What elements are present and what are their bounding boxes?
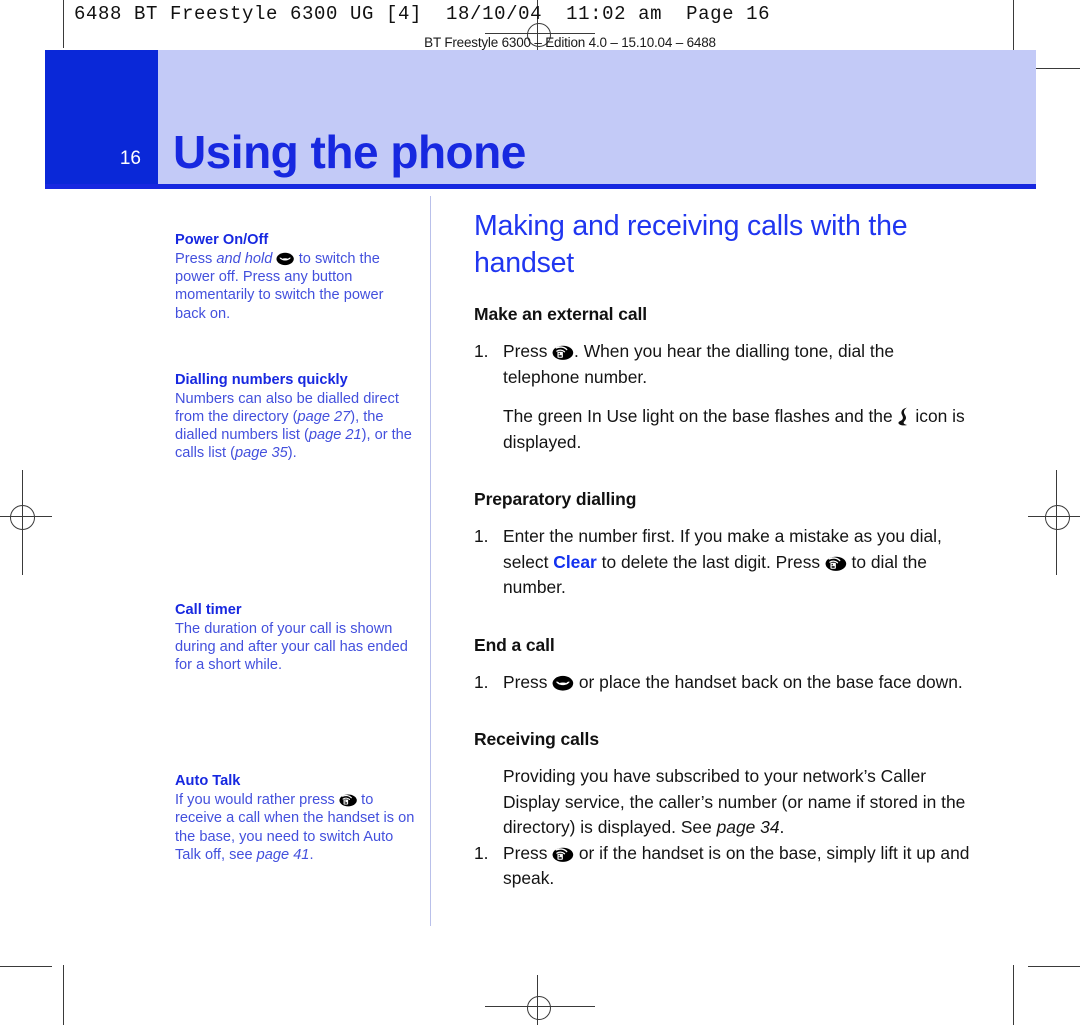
talk-icon bbox=[552, 344, 574, 361]
edition-text: BT Freestyle 6300 – Edition 4.0 – 15.10.… bbox=[424, 35, 716, 50]
end-call-icon bbox=[552, 675, 574, 692]
sidebar-note: Auto Talk If you would rather press to re… bbox=[175, 772, 415, 864]
trim-mark-bottom-left-vertical bbox=[63, 965, 65, 1025]
step-number: 1. bbox=[474, 526, 489, 546]
registration-bottom-circle bbox=[527, 996, 551, 1020]
talk-icon bbox=[825, 555, 847, 572]
italic-reference: page 35 bbox=[235, 445, 288, 462]
end-call-icon bbox=[276, 252, 295, 266]
italic-reference: page 21 bbox=[308, 427, 362, 444]
talk-icon bbox=[339, 793, 357, 807]
sidebar-note-heading: Power On/Off bbox=[175, 232, 269, 248]
body-paragraph: Providing you have subscribed to your ne… bbox=[503, 766, 966, 837]
trim-mark-bottom-right-vertical bbox=[1013, 965, 1015, 1025]
sidebar-notes: Power On/Off Press and hold to switch the… bbox=[175, 231, 415, 864]
page-title: Using the phone bbox=[173, 126, 526, 178]
numbered-step: 1. Press or place the handset back on the… bbox=[474, 670, 974, 696]
sidebar-note-body: Numbers can also be dialled direct from … bbox=[175, 390, 412, 462]
subsection-heading: End a call bbox=[474, 634, 555, 655]
step-text: Enter the number first. If you make a mi… bbox=[503, 526, 942, 597]
italic-reference: and hold bbox=[216, 251, 273, 267]
sidebar-note: Call timer The duration of your call is s… bbox=[175, 601, 415, 675]
step-text: Press or if the handset is on the base, … bbox=[503, 842, 970, 889]
registration-left-circle bbox=[10, 505, 35, 530]
page-banner: 16 Using the phone bbox=[45, 50, 1036, 188]
registration-right-circle bbox=[1045, 505, 1070, 530]
edition-footer-line: BT Freestyle 6300 – Edition 4.0 – 15.10.… bbox=[0, 35, 1080, 50]
subsection-heading: Preparatory dialling bbox=[474, 489, 637, 509]
sidebar-note-heading: Call timer bbox=[175, 601, 242, 618]
sidebar-note: Dialling numbers quickly Numbers can also… bbox=[175, 371, 415, 463]
step-text: Press or place the handset back on the b… bbox=[503, 671, 963, 692]
trim-mark-bottom-right-horizontal bbox=[1028, 966, 1080, 968]
subsection-heading: Make an external call bbox=[474, 304, 647, 324]
page-number: 16 bbox=[119, 148, 141, 169]
softkey-label-clear: Clear bbox=[553, 551, 597, 572]
sidebar-note: Power On/Off Press and hold to switch the… bbox=[175, 231, 415, 323]
in-use-icon bbox=[897, 406, 910, 427]
sidebar-note-body: Press and hold to switch the power off. … bbox=[175, 251, 384, 322]
sidebar-note-body: The duration of your call is shown durin… bbox=[175, 620, 408, 674]
italic-reference: page 34 bbox=[716, 817, 780, 837]
numbered-step: 1. Press or if the handset is on the base… bbox=[474, 841, 974, 892]
prepress-job-slug: 6488 BT Freestyle 6300 UG [4] 18/10/04 1… bbox=[74, 3, 771, 25]
numbered-step: 1. Enter the number first. If you make a … bbox=[474, 524, 974, 601]
body-paragraph: The green In Use light on the base flash… bbox=[503, 406, 965, 452]
subsection-heading: Receiving calls bbox=[474, 729, 599, 749]
sidebar-note-heading: Dialling numbers quickly bbox=[175, 371, 348, 388]
step-number: 1. bbox=[474, 842, 489, 863]
numbered-step: 1. Press . When you hear the dialling ton… bbox=[474, 339, 974, 390]
sidebar-note-heading: Auto Talk bbox=[175, 773, 241, 790]
step-number: 1. bbox=[474, 341, 489, 361]
banner-underline-rule bbox=[45, 184, 1036, 189]
talk-icon bbox=[552, 846, 574, 863]
italic-reference: page 27 bbox=[297, 409, 351, 426]
column-divider bbox=[430, 196, 431, 926]
step-text: Press . When you hear the dialling tone,… bbox=[503, 341, 895, 387]
section-title: Making and receiving calls with the hand… bbox=[474, 210, 908, 279]
sidebar-note-body: If you would rather press to receive a c… bbox=[175, 792, 415, 863]
step-number: 1. bbox=[474, 671, 489, 692]
main-sections: Make an external call 1. Press . When you … bbox=[474, 304, 974, 892]
main-content: Making and receiving calls with the hand… bbox=[474, 208, 974, 892]
trim-mark-bottom-left-horizontal bbox=[0, 966, 52, 968]
italic-reference: page 41 bbox=[256, 846, 310, 863]
